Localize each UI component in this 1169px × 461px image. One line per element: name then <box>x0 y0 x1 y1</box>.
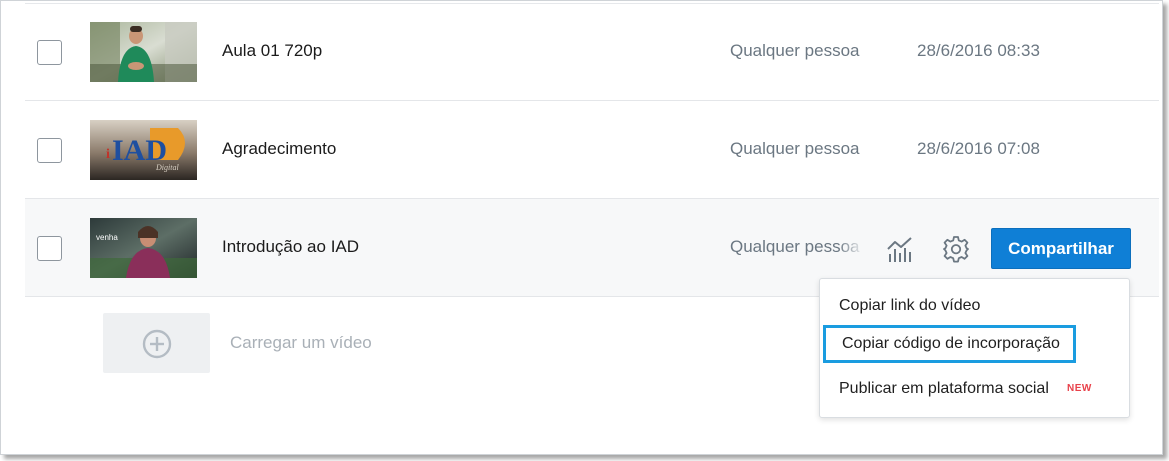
video-thumbnail[interactable]: i IAD Digital <box>90 120 197 180</box>
upload-date: 28/6/2016 08:33 <box>917 41 1040 60</box>
svg-text:Digital: Digital <box>155 163 179 172</box>
menu-item-copy-link[interactable]: Copiar link do vídeo <box>820 287 1129 325</box>
menu-item-label: Publicar em plataforma social <box>839 380 1049 397</box>
row-checkbox[interactable] <box>37 236 62 261</box>
row-checkbox[interactable] <box>37 138 62 163</box>
share-dropdown-menu: Copiar link do vídeo Copiar código de in… <box>819 278 1130 418</box>
row-checkbox[interactable] <box>37 40 62 65</box>
upload-date: 28/6/2016 07:08 <box>917 139 1040 158</box>
video-thumbnail[interactable] <box>90 22 197 82</box>
table-row[interactable]: Aula 01 720p Qualquer pessoa 28/6/2016 0… <box>25 3 1159 101</box>
table-row[interactable]: i IAD Digital Agradecimento Qualquer pes… <box>25 101 1159 199</box>
privacy-label: Qualquer pessoa <box>730 41 860 60</box>
share-button[interactable]: Compartilhar <box>991 228 1131 269</box>
new-badge: NEW <box>1067 383 1092 394</box>
privacy-label: Qualquer pessoa <box>730 139 860 158</box>
video-title[interactable]: Introdução ao IAD <box>222 237 359 257</box>
bar-chart-icon[interactable] <box>886 235 914 263</box>
upload-video-button[interactable] <box>103 313 210 373</box>
video-title[interactable]: Aula 01 720p <box>222 41 322 61</box>
menu-item-copy-embed-code[interactable]: Copiar código de incorporação <box>823 325 1076 363</box>
svg-text:i: i <box>106 147 110 162</box>
video-title[interactable]: Agradecimento <box>222 139 336 159</box>
privacy-label: Qualquer pessoa <box>730 237 860 256</box>
video-manager-panel: Aula 01 720p Qualquer pessoa 28/6/2016 0… <box>0 0 1163 455</box>
upload-video-label[interactable]: Carregar um vídeo <box>230 333 372 353</box>
plus-circle-icon <box>142 329 172 359</box>
menu-item-publish-social[interactable]: Publicar em plataforma social NEW <box>820 370 1129 408</box>
video-thumbnail[interactable]: venha <box>90 218 197 278</box>
svg-text:venha: venha <box>96 233 118 242</box>
gear-icon[interactable] <box>942 235 970 263</box>
